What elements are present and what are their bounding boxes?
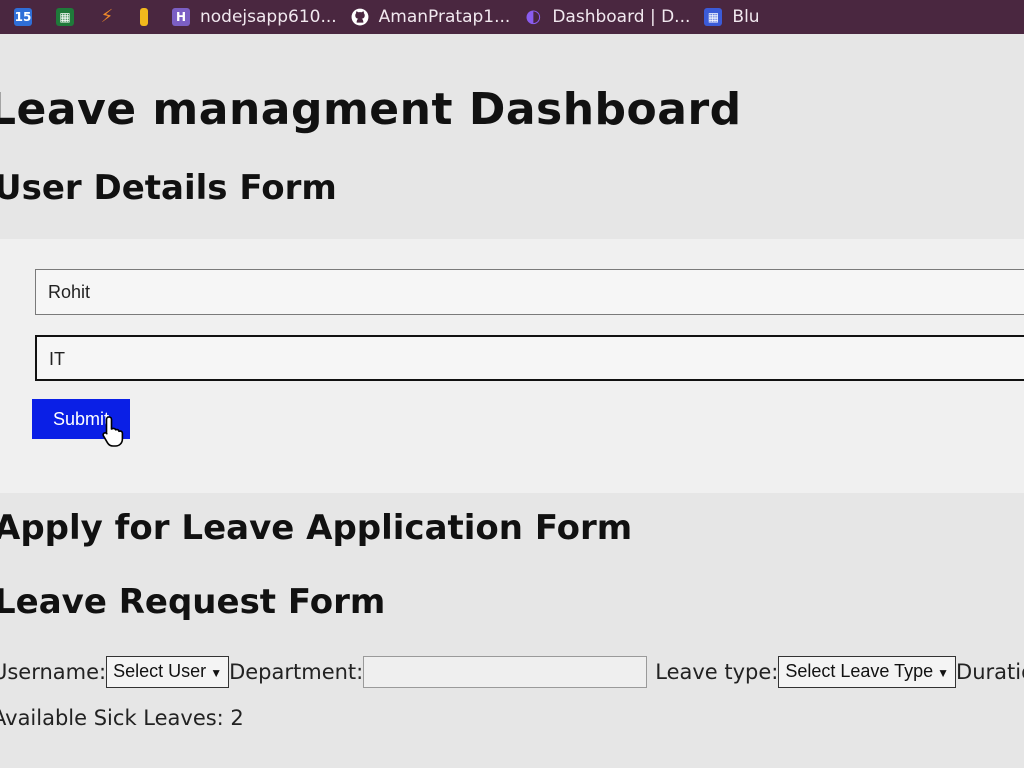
bookmark-item-2[interactable]: ▦ — [56, 8, 84, 26]
bookmark-orange-icon: ⚡ — [100, 6, 114, 27]
chevron-down-icon: ▼ — [937, 666, 950, 680]
sick-leaves-text: Available Sick Leaves: 2 — [0, 706, 244, 730]
heroku-icon: H — [172, 8, 190, 26]
user-details-form: Rohit IT Submit — [0, 239, 1024, 493]
bookmark-github[interactable]: AmanPratap1... — [351, 7, 511, 27]
bookmark-dashboard-label: Dashboard | D... — [552, 7, 691, 27]
bookmark-blu-label: Blu — [732, 7, 760, 27]
apply-leave-heading: Apply for Leave Application Form — [0, 508, 633, 548]
bookmark-item-3[interactable]: ⚡ — [98, 8, 126, 26]
leave-type-select-value: Select Leave Type — [785, 661, 934, 681]
bookmark-green-icon: ▦ — [56, 8, 74, 26]
grid-icon: ▦ — [704, 8, 723, 26]
bookmark-yellow-icon — [140, 8, 148, 26]
bookmark-github-label: AmanPratap1... — [378, 7, 511, 27]
username-label: Username: — [0, 660, 107, 684]
username-select-value: Select User — [113, 661, 207, 681]
duration-label: Duration: — [956, 660, 1024, 684]
department-label: Department: — [229, 660, 364, 684]
department-input[interactable] — [363, 656, 648, 688]
name-field[interactable]: Rohit — [35, 269, 1024, 315]
leave-request-heading: Leave Request Form — [0, 582, 386, 622]
bookmark-blue-icon: 15 — [14, 8, 32, 26]
bookmark-item-4[interactable] — [140, 8, 158, 26]
moon-icon: ◐ — [525, 6, 542, 27]
bookmark-blu[interactable]: ▦ Blu — [704, 7, 760, 27]
page-content: Leave managment Dashboard User Details F… — [0, 34, 1024, 768]
bookmarks-bar: 15 ▦ ⚡ H nodejsapp610... AmanPratap1... … — [0, 0, 1024, 34]
bookmark-item-1[interactable]: 15 — [14, 8, 42, 26]
leave-request-form: Username: Select User ▼ Department: Leave… — [0, 654, 1024, 690]
user-details-heading: User Details Form — [0, 168, 337, 208]
leave-type-label: Leave type: — [655, 660, 779, 684]
bookmark-heroku-label: nodejsapp610... — [200, 7, 337, 27]
department-field[interactable]: IT — [35, 335, 1024, 381]
page-title: Leave managment Dashboard — [0, 84, 742, 135]
hand-cursor-icon — [102, 416, 124, 447]
bookmark-dashboard[interactable]: ◐ Dashboard | D... — [524, 7, 690, 27]
github-icon — [351, 8, 369, 26]
bookmark-heroku[interactable]: H nodejsapp610... — [172, 7, 337, 27]
username-select[interactable]: Select User ▼ — [106, 656, 230, 688]
chevron-down-icon: ▼ — [210, 666, 223, 680]
leave-type-select[interactable]: Select Leave Type ▼ — [778, 656, 957, 688]
